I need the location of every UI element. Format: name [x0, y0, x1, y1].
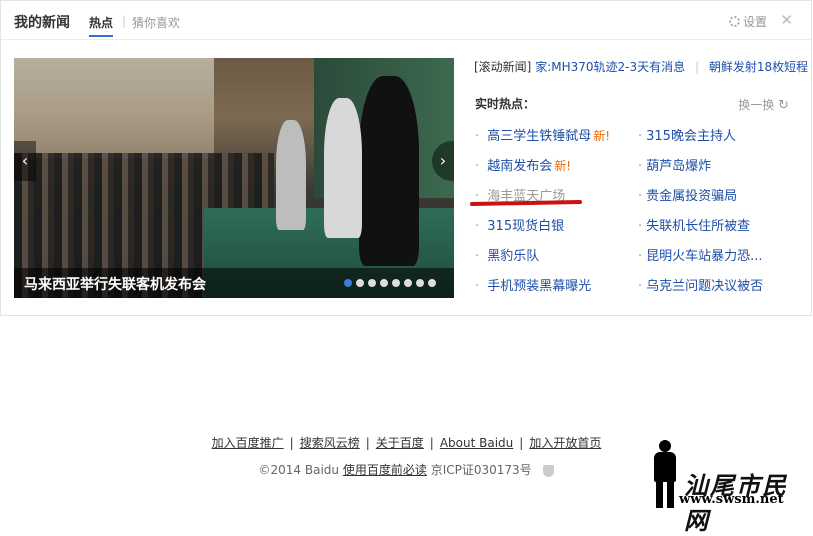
hot-item[interactable]: 乌克兰问题决议被否	[638, 275, 763, 294]
footer-links: 加入百度推广 | 搜索风云榜 | 关于百度 | About Baidu | 加入开放首页	[0, 434, 813, 451]
close-icon[interactable]: ✕	[780, 11, 793, 29]
photo-speaker	[324, 98, 362, 238]
slideshow-dot[interactable]	[428, 279, 436, 287]
hot-item-label: 黑豹乐队	[487, 249, 540, 264]
new-badge: 新!	[554, 159, 572, 173]
news-header: 我的新闻 热点 | 猜你喜欢 设置 ✕	[1, 1, 811, 40]
slideshow-dot[interactable]	[344, 279, 352, 287]
refresh-label: 换一换	[738, 98, 775, 112]
hot-item-label: 越南发布会	[487, 159, 553, 174]
slideshow-dots	[344, 279, 436, 287]
footer-link-open[interactable]: 加入开放首页	[529, 436, 601, 450]
watermark-figure-icon	[650, 440, 680, 510]
slideshow-image[interactable]: ‹ › 马来西亚举行失联客机发布会	[14, 58, 454, 298]
watermark-url: www.swsm.net	[679, 492, 784, 507]
slideshow-prev-button[interactable]: ‹	[14, 141, 36, 181]
refresh-icon: ↻	[778, 98, 789, 113]
footer-link-promotion[interactable]: 加入百度推广	[212, 436, 284, 450]
hot-item[interactable]: 贵金属投资骗局	[638, 185, 737, 204]
refresh-button[interactable]: 换一换 ↻	[738, 96, 789, 113]
scroll-news-label: [滚动新闻]	[474, 60, 532, 74]
hot-item[interactable]: 越南发布会新!	[475, 155, 571, 174]
slideshow-dot[interactable]	[404, 279, 412, 287]
photo-official	[359, 76, 419, 266]
new-badge: 新!	[593, 129, 611, 143]
tab-recommended[interactable]: 猜你喜欢	[132, 14, 180, 31]
hot-topics-title: 实时热点：	[475, 97, 536, 111]
hot-item[interactable]: 失联机长住所被查	[638, 215, 750, 234]
settings-label: 设置	[742, 15, 767, 29]
tab-separator: |	[122, 14, 127, 28]
hot-item[interactable]: 手机预装黑幕曝光	[475, 275, 591, 294]
scroll-news-item[interactable]: 朝鲜发射18枚短程	[709, 60, 808, 74]
icp-number: 京ICP证030173号	[430, 463, 532, 477]
slideshow-dot[interactable]	[392, 279, 400, 287]
annotation-underline	[469, 200, 583, 206]
slideshow-dot[interactable]	[356, 279, 364, 287]
footer-separator: |	[289, 436, 294, 450]
photo-person	[276, 120, 306, 230]
hot-item-label: 手机预装黑幕曝光	[487, 279, 592, 294]
slideshow-dot[interactable]	[380, 279, 388, 287]
hot-item[interactable]: 315现货白银	[475, 215, 564, 234]
news-card: 我的新闻 热点 | 猜你喜欢 设置 ✕ ‹ › 马来西亚举行失联客机发布会 [滚…	[0, 0, 812, 316]
slideshow-caption[interactable]: 马来西亚举行失联客机发布会	[24, 274, 206, 294]
hot-item-label: 高三学生铁锤弑母	[487, 129, 592, 144]
hot-item-label: 315现货白银	[487, 219, 565, 234]
shield-icon	[543, 464, 555, 477]
hot-item[interactable]: 高三学生铁锤弑母新!	[475, 125, 610, 144]
footer-separator: |	[429, 436, 434, 450]
footer-link-about[interactable]: 关于百度	[376, 436, 424, 450]
photo-wall	[14, 58, 214, 158]
footer-link-ranking[interactable]: 搜索风云榜	[300, 436, 360, 450]
hot-item[interactable]: 葫芦岛爆炸	[638, 155, 711, 174]
footer-link-about-en[interactable]: About Baidu	[440, 436, 513, 450]
slideshow-dot[interactable]	[368, 279, 376, 287]
copyright: ©2014 Baidu	[258, 463, 340, 477]
scroll-news-separator: |	[694, 60, 700, 74]
tab-hot[interactable]: 热点	[89, 14, 114, 37]
hot-item[interactable]: 黑豹乐队	[475, 245, 539, 264]
hot-item[interactable]: 315晚会主持人	[638, 125, 736, 144]
hot-item[interactable]: 昆明火车站暴力恐...	[638, 245, 762, 264]
scroll-news-item[interactable]: 家:MH370轨迹2-3天有消息	[535, 60, 685, 74]
settings-button[interactable]: 设置	[728, 13, 767, 30]
terms-link[interactable]: 使用百度前必读	[343, 463, 427, 477]
slideshow-caption-bar: 马来西亚举行失联客机发布会	[14, 268, 454, 298]
gear-icon	[728, 16, 740, 27]
footer-separator: |	[365, 436, 370, 450]
footer-separator: |	[519, 436, 524, 450]
slideshow-dot[interactable]	[416, 279, 424, 287]
news-title: 我的新闻	[14, 15, 70, 31]
scroll-news: [滚动新闻] 家:MH370轨迹2-3天有消息 | 朝鲜发射18枚短程	[474, 58, 808, 75]
